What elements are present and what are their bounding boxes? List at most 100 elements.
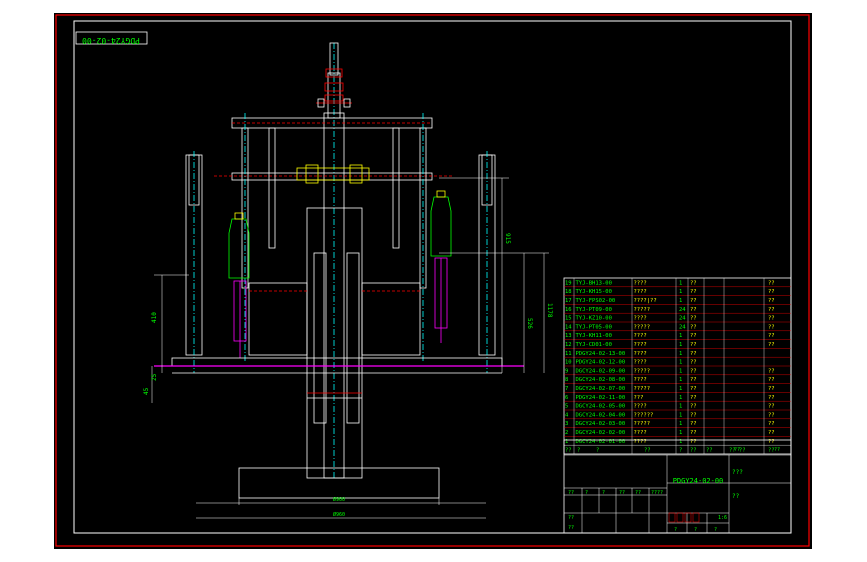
- bom-cell-note: ??: [768, 307, 775, 313]
- bom-cell-qty: 1: [679, 351, 682, 357]
- bom-cell-qty: 1: [679, 342, 682, 348]
- bom-cell-code: PDGY24-02-13-00: [576, 351, 626, 357]
- bom-cell-code: TYJ-KH11-00: [576, 333, 612, 339]
- title-drawing-no: PDGY24-02-00: [673, 477, 724, 485]
- bom-cell-qty: 1: [679, 298, 682, 304]
- bom-cell-code: DGCY24-02-05-00: [576, 404, 626, 410]
- drawing-sheet: PDGY24-02-00 410 25 45 915 1178 526 Ø900…: [54, 13, 812, 549]
- machine-assembly: [151, 42, 549, 519]
- bom-cell-mat: ??: [690, 368, 697, 374]
- title-scale: 1:6: [718, 515, 727, 521]
- bom-cell-no: 17: [565, 298, 572, 304]
- cad-drawing: PDGY24-02-00 410 25 45 915 1178 526 Ø900…: [55, 14, 810, 547]
- bom-cell-name: ????: [634, 342, 647, 348]
- title-mark-1: ??: [734, 447, 740, 453]
- bom-cell-note: ??: [768, 421, 775, 427]
- bom-cell-no: 15: [565, 316, 572, 322]
- dim-right-2: 1178: [546, 303, 553, 318]
- bom-header-cell: ?: [596, 448, 599, 454]
- bom-header-cell: ?: [679, 448, 682, 454]
- bom-cell-note: ??: [768, 386, 775, 392]
- bom-header-cell: ??: [690, 448, 697, 454]
- bom-cell-code: TYJ-CD01-00: [576, 342, 612, 348]
- bom-cell-code: DGCY24-02-07-00: [576, 386, 626, 392]
- bom-cell-no: 11: [565, 351, 572, 357]
- bom-cell-code: DGCY24-02-09-00: [576, 368, 626, 374]
- title-header-3: ?: [602, 490, 605, 496]
- dimensions: 410 25 45 915 1178 526 Ø900 Ø960: [143, 233, 553, 518]
- bom-header-cell: ??: [565, 448, 572, 454]
- title-header-6: ????: [651, 490, 663, 496]
- bom-cell-note: ??: [768, 368, 775, 374]
- bom-cell-no: 2: [565, 430, 568, 436]
- dim-left-height: 410: [151, 312, 158, 323]
- bom-cell-mat: ??: [690, 395, 697, 401]
- bom-cell-no: 9: [565, 368, 568, 374]
- drawing-number-label: PDGY24-02-00: [82, 36, 140, 45]
- bom-cell-qty: 24: [679, 324, 686, 330]
- bom-cell-code: TYJ-FPS02-00: [576, 298, 616, 304]
- title-name: ???: [732, 469, 743, 476]
- bom-cell-qty: 24: [679, 307, 686, 313]
- bom-cell-name: ????|??: [634, 298, 657, 304]
- bom-cell-code: DGCY24-02-02-00: [576, 430, 626, 436]
- bom-cell-note: ??: [768, 404, 775, 410]
- title-header-2: ?: [585, 490, 588, 496]
- bom-cell-name: ?????: [634, 307, 651, 313]
- bom-cell-mat: ??: [690, 316, 697, 322]
- bom-cell-name: ????: [634, 333, 647, 339]
- bom-cell-qty: 1: [679, 421, 682, 427]
- bom-cell-mat: ??: [690, 386, 697, 392]
- dim-bottom-2: Ø960: [333, 511, 345, 518]
- bom-cell-mat: ??: [690, 421, 697, 427]
- bom-cell-code: TYJ-PT05-00: [576, 324, 612, 330]
- dim-left-small-1: 25: [151, 373, 158, 381]
- bom-cell-qty: 1: [679, 395, 682, 401]
- bom-cell-mat: ??: [690, 280, 697, 286]
- bom-cell-code: DGCY24-02-04-00: [576, 412, 626, 418]
- bom-cell-qty: 1: [679, 280, 682, 286]
- bom-cell-mat: ??: [690, 342, 697, 348]
- bom-cell-code: PDGY24-02-11-00: [576, 395, 626, 401]
- title-header-4: ??: [619, 490, 625, 496]
- bom-cell-name: ????: [634, 404, 647, 410]
- bom-cell-qty: 1: [679, 386, 682, 392]
- bom-cell-qty: 1: [679, 377, 682, 383]
- bom-cell-name: ????: [634, 377, 647, 383]
- bom-cell-name: ?????: [634, 324, 651, 330]
- bom-cell-note: ??: [768, 342, 775, 348]
- bom-cell-qty: 1: [679, 430, 682, 436]
- bom-cell-no: 19: [565, 280, 572, 286]
- bom-cell-note: ??: [768, 395, 775, 401]
- bom-cell-qty: 24: [679, 316, 686, 322]
- dim-right-3: 526: [526, 318, 533, 329]
- bom-cell-note: ??: [768, 333, 775, 339]
- bom-cell-name: ????: [634, 289, 647, 295]
- bom-cell-name: ?????: [634, 421, 651, 427]
- bom-cell-note: ??: [768, 298, 775, 304]
- bom-cell-name: ????: [634, 316, 647, 322]
- bom-cell-mat: ??: [690, 333, 697, 339]
- bom-cell-qty: 1: [679, 333, 682, 339]
- bom-cell-mat: ??: [690, 404, 697, 410]
- bom-cell-qty: 1: [679, 360, 682, 366]
- bom-cell-no: 14: [565, 324, 572, 330]
- bom-cell-mat: ??: [690, 360, 697, 366]
- bom-cell-code: TYJ-KH15-00: [576, 289, 612, 295]
- bom-cell-code: DGCY24-02-03-00: [576, 421, 626, 427]
- bom-cell-code: TYJ-BH13-00: [576, 280, 612, 286]
- bom-cell-name: ????: [634, 351, 647, 357]
- bom-cell-code: PDGY24-02-12-00: [576, 360, 626, 366]
- bom-cell-note: ??: [768, 280, 775, 286]
- dim-right-1: 915: [504, 233, 511, 244]
- title-sheet-3: ?: [714, 527, 717, 533]
- bom-cell-code: DGCY24-02-08-00: [576, 377, 626, 383]
- bom-table: 19 TYJ-BH13-00???? 1?? ??18 TYJ-KH15-00???? 1…: [563, 277, 792, 455]
- bom-cell-qty: 1: [679, 412, 682, 418]
- bom-cell-no: 16: [565, 307, 572, 313]
- title-material: ??: [732, 493, 740, 500]
- bom-cell-mat: ??: [690, 289, 697, 295]
- bom-cell-code: TYJ-PT09-00: [576, 307, 612, 313]
- bom-cell-mat: ??: [690, 307, 697, 313]
- bom-cell-name: ?????: [634, 386, 651, 392]
